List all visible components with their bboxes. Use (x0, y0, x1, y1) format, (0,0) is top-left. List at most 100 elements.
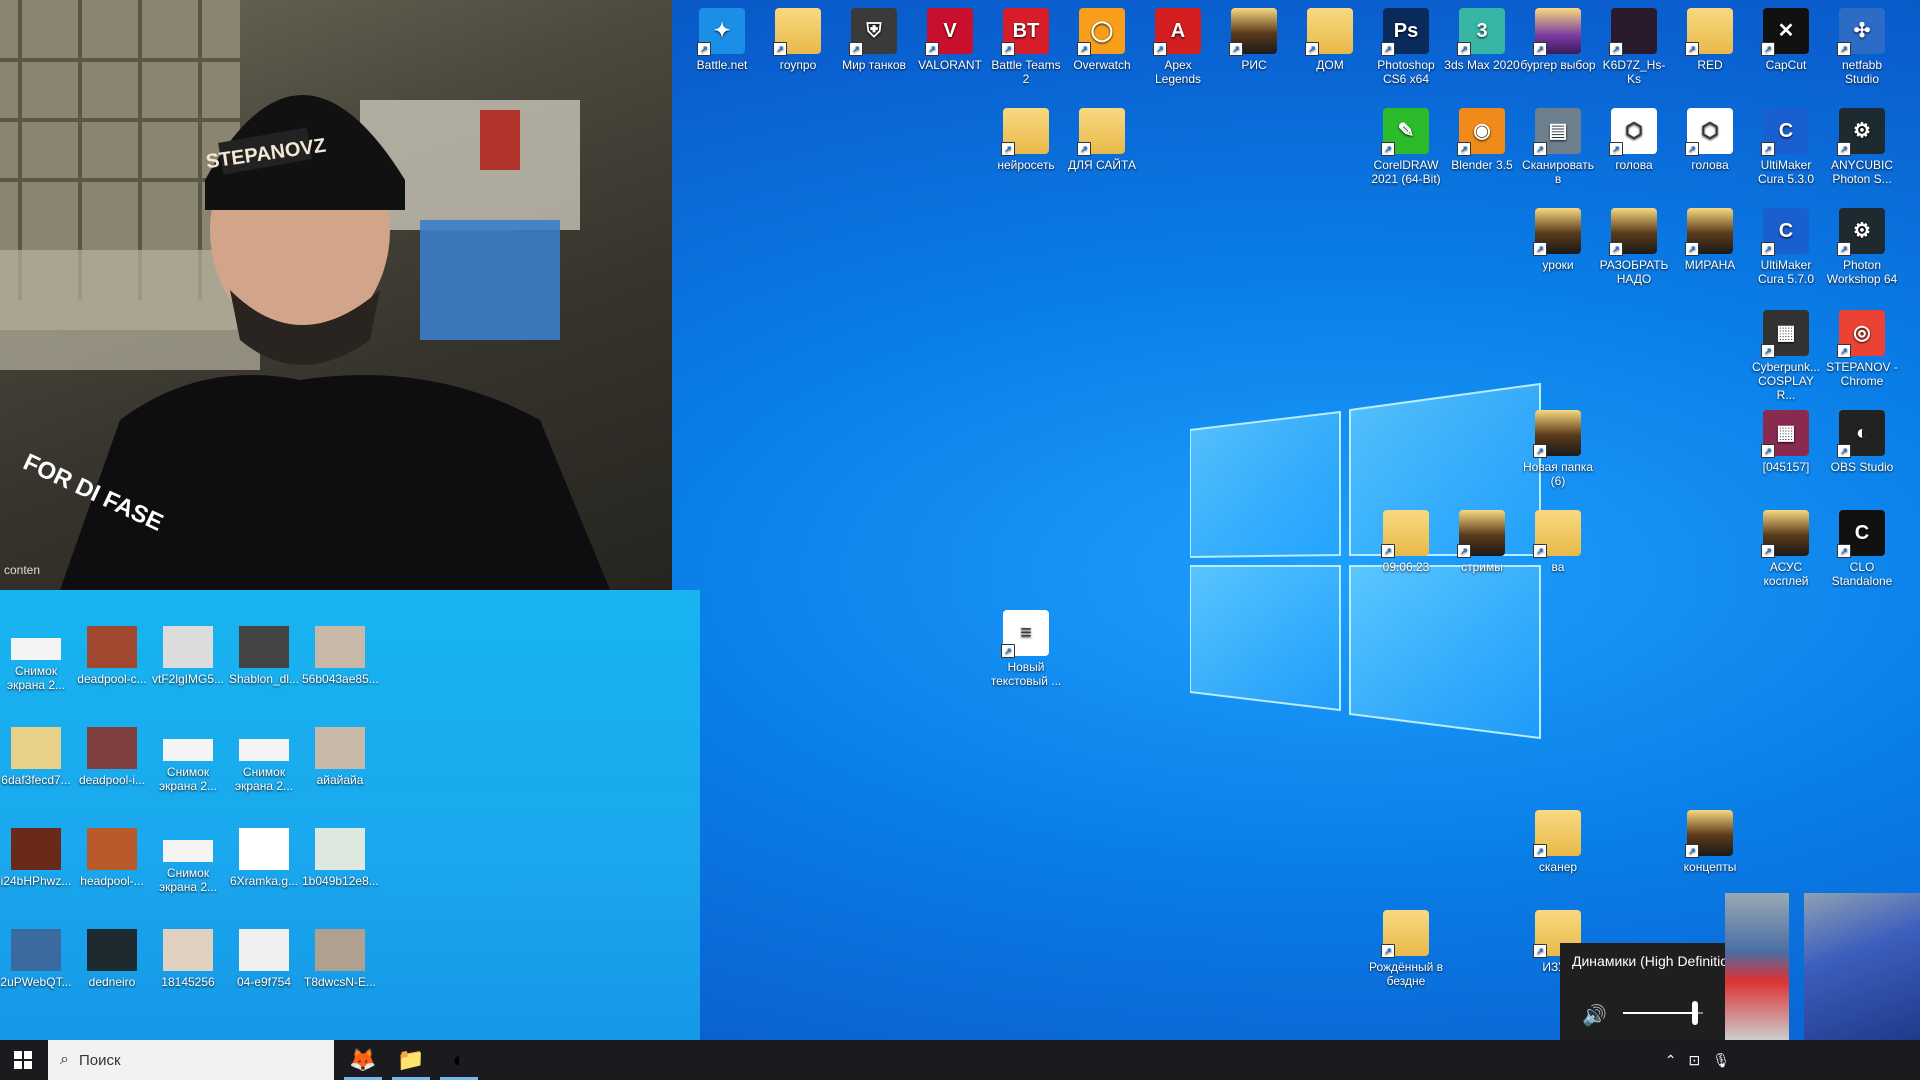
desktop-icon-left-15[interactable]: 2uPWebQT... (0, 925, 74, 989)
shortcut-arrow-icon: ↗ (1761, 242, 1775, 256)
taskbar-search[interactable]: ⌕ Поиск (48, 1040, 334, 1080)
desktop-icon-left-2[interactable]: vtF2lgIMG5... (150, 622, 226, 686)
desktop-icon-left-12[interactable]: Снимок экрана 2... (150, 824, 226, 894)
folder-icon: ↗ (1001, 108, 1049, 156)
desktop-icon-top-8[interactable]: ↗ ДОМ (1292, 8, 1368, 72)
desktop-icon-row3-2[interactable]: ↗ МИРАНА (1672, 208, 1748, 272)
desktop-icon-row2-0[interactable]: ↗ нейросеть (988, 108, 1064, 172)
desktop-icon-top-13[interactable]: ↗ RED (1672, 8, 1748, 72)
icon-label: CapCut (1765, 58, 1807, 72)
desktop-icon-top-4[interactable]: BT ↗ Battle Teams 2 (988, 8, 1064, 86)
desktop-icon-right-1[interactable]: ◎ ↗ STEPANOV - Chrome (1824, 310, 1900, 388)
desktop-icon-row3-4[interactable]: ⚙ ↗ Photon Workshop 64 (1824, 208, 1900, 286)
desktop-icon-left-18[interactable]: 04-e9f754 (226, 925, 302, 989)
desktop-icon-left-0[interactable]: Снимок экрана 2... (0, 622, 74, 692)
video-thumbnail-huggy[interactable] (1804, 893, 1920, 1040)
desktop-icon-middle-0[interactable]: ↗ Новая папка (6) (1520, 410, 1596, 488)
desktop-icon-top-6[interactable]: A ↗ Apex Legends (1140, 8, 1216, 86)
desktop[interactable]: ✦ ↗ Battle.net ↗ гоупро ⛨ ↗ Мир танков V ↗ VALORAN… (0, 0, 1920, 1040)
volume-slider-thumb[interactable] (1692, 1001, 1698, 1025)
desktop-icon-right-3[interactable]: ◐ ↗ OBS Studio (1824, 410, 1900, 474)
desktop-icon-middle-5[interactable]: ↗ сканер (1520, 810, 1596, 874)
desktop-icon-left-1[interactable]: deadpool-c... (74, 622, 150, 686)
shortcut-arrow-icon: ↗ (1837, 242, 1851, 256)
desktop-icon-left-11[interactable]: headpool-... (74, 824, 150, 888)
desktop-icon-left-9[interactable]: айайайа (302, 723, 378, 787)
shortcut-arrow-icon: ↗ (1761, 142, 1775, 156)
desktop-icon-top-1[interactable]: ↗ гоупро (760, 8, 836, 72)
desktop-icon-left-4[interactable]: 56b043ae85... (302, 622, 379, 686)
desktop-icon-row2-1[interactable]: ↗ ДЛЯ САЙТА (1064, 108, 1140, 172)
desktop-icon-middle-4[interactable]: ≡ ↗ Новый текстовый ... (988, 610, 1064, 688)
icon-label: Blender 3.5 (1451, 158, 1513, 172)
desktop-icon-left-5[interactable]: 6daf3fecd7... (0, 723, 74, 787)
shortcut-arrow-icon: ↗ (1533, 142, 1547, 156)
icon-label: Cyberpunk... COSPLAY R... (1751, 360, 1821, 402)
desktop-icon-row2-2[interactable]: ✎ ↗ CorelDRAW 2021 (64-Bit) (1368, 108, 1444, 186)
desktop-icon-top-11[interactable]: ↗ бургер выбор (1520, 8, 1596, 72)
desktop-icon-top-15[interactable]: ✣ ↗ netfabb Studio (1824, 8, 1900, 86)
desktop-icon-top-5[interactable]: ◯ ↗ Overwatch (1064, 8, 1140, 72)
desktop-icon-left-10[interactable]: i24bHPhwz... (0, 824, 74, 888)
start-button[interactable] (0, 1040, 46, 1080)
desktop-icon-row3-1[interactable]: ↗ РАЗОБРАТЬ НАДО (1596, 208, 1672, 286)
desktop-icon-row3-0[interactable]: ↗ уроки (1520, 208, 1596, 272)
desktop-icon-left-17[interactable]: 18145256 (150, 925, 226, 989)
file-explorer-icon[interactable]: 📁 (388, 1040, 434, 1080)
icon-label: АСУС косплей (1763, 560, 1809, 588)
icon-label: голова (1691, 158, 1729, 172)
desktop-icon-top-3[interactable]: V ↗ VALORANT (912, 8, 988, 72)
desktop-icon-right-2[interactable]: ▦ ↗ [045157] (1748, 410, 1824, 474)
desktop-icon-left-13[interactable]: 6Xramka.g... (226, 824, 302, 888)
desktop-icon-left-19[interactable]: T8dwcsN-E... (302, 925, 378, 989)
desktop-icon-middle-6[interactable]: ↗ концепты (1672, 810, 1748, 874)
network-icon[interactable]: ⊡ (1688, 1052, 1700, 1069)
desktop-icon-top-9[interactable]: Ps ↗ Photoshop CS6 x64 (1368, 8, 1444, 86)
image-thumbnail-icon (11, 727, 61, 769)
desktop-icon-row3-3[interactable]: C ↗ UltiMaker Cura 5.7.0 (1748, 208, 1824, 286)
desktop-icon-row2-5[interactable]: ⬡ ↗ голова (1596, 108, 1672, 172)
desktop-icon-left-14[interactable]: 1b049b12e8... (302, 824, 379, 888)
desktop-icon-left-3[interactable]: Shablon_dl... (226, 622, 302, 686)
desktop-icon-left-16[interactable]: dedneiro (74, 925, 150, 989)
desktop-icon-row2-3[interactable]: ◉ ↗ Blender 3.5 (1444, 108, 1520, 172)
icon-label: ДОМ (1316, 58, 1344, 72)
icon-label: vtF2lgIMG5... (151, 672, 225, 686)
desktop-icon-top-10[interactable]: 3 ↗ 3ds Max 2020 (1444, 8, 1520, 72)
desktop-icon-middle-3[interactable]: ↗ ва (1520, 510, 1596, 574)
desktop-icon-right-0[interactable]: ▦ ↗ Cyberpunk... COSPLAY R... (1748, 310, 1824, 402)
desktop-icon-top-12[interactable]: ↗ K6D7Z_Hs-Ks (1596, 8, 1672, 86)
desktop-icon-middle-1[interactable]: ↗ 09.06.23 (1368, 510, 1444, 574)
desktop-icon-left-8[interactable]: Снимок экрана 2... (226, 723, 302, 793)
chevron-up-icon[interactable]: ⌃ (1665, 1052, 1677, 1069)
desktop-icon-top-2[interactable]: ⛨ ↗ Мир танков (836, 8, 912, 72)
desktop-icon-left-7[interactable]: Снимок экрана 2... (150, 723, 226, 793)
icon-label: Снимок экрана 2... (158, 866, 218, 894)
desktop-icon-middle-2[interactable]: ↗ стримы (1444, 510, 1520, 574)
desktop-icon-left-6[interactable]: deadpool-i... (74, 723, 150, 787)
desktop-icon-row2-7[interactable]: C ↗ UltiMaker Cura 5.3.0 (1748, 108, 1824, 186)
desktop-icon-middle-7[interactable]: ↗ Рождённый в бездне (1368, 910, 1444, 988)
firefox-icon[interactable]: 🦊 (340, 1040, 386, 1080)
desktop-icon-top-0[interactable]: ✦ ↗ Battle.net (684, 8, 760, 72)
desktop-icon-top-14[interactable]: ✕ ↗ CapCut (1748, 8, 1824, 72)
speaker-icon[interactable]: 🔊 (1582, 1003, 1607, 1028)
app-icon: C ↗ (1761, 108, 1809, 156)
video-thumbnail-left[interactable] (1725, 893, 1789, 1040)
microphone-icon[interactable]: 🎙 (1712, 1052, 1730, 1069)
audio-device-name[interactable]: Динамики (High Definition Audio) (1572, 953, 1725, 969)
icon-label: dedneiro (88, 975, 136, 989)
desktop-icon-right-5[interactable]: C ↗ CLO Standalone (1824, 510, 1900, 588)
shortcut-arrow-icon: ↗ (1381, 42, 1395, 56)
shortcut-arrow-icon: ↗ (1457, 142, 1471, 156)
desktop-icon-right-4[interactable]: ↗ АСУС косплей (1748, 510, 1824, 588)
desktop-icon-row2-4[interactable]: ▤ ↗ Сканировать в (1520, 108, 1596, 186)
icon-label: headpool-... (80, 874, 144, 888)
desktop-icon-row2-6[interactable]: ⬡ ↗ голова (1672, 108, 1748, 172)
volume-slider[interactable] (1623, 1001, 1703, 1025)
obs-icon[interactable]: ◐ (436, 1040, 482, 1080)
shortcut-arrow-icon: ↗ (1381, 544, 1395, 558)
desktop-icon-top-7[interactable]: ↗ РИС (1216, 8, 1292, 72)
shortcut-arrow-icon: ↗ (1153, 42, 1167, 56)
desktop-icon-row2-8[interactable]: ⚙ ↗ ANYCUBIC Photon S... (1824, 108, 1900, 186)
